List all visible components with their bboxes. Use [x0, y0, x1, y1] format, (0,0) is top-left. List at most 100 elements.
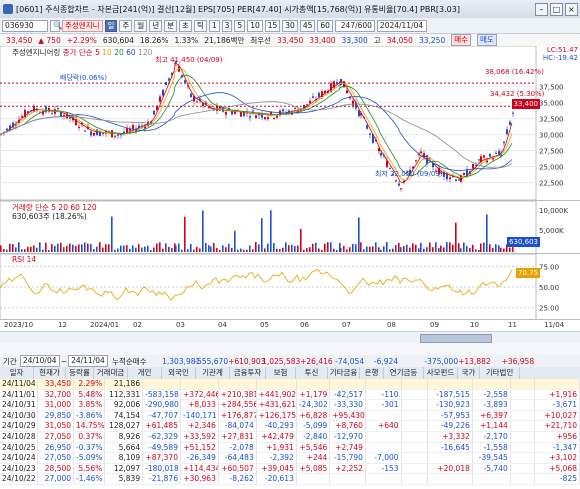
period-minute-button[interactable]: 분	[164, 19, 178, 32]
period-month-button[interactable]: 월	[134, 19, 148, 32]
table-cell: 24/10/24	[0, 452, 39, 464]
column-header[interactable]: 금융투자	[230, 367, 266, 379]
price-panel[interactable]: 37,500 35,000 32,500 30,000 27,500 25,000 22,5…	[0, 45, 580, 201]
period-tick-button[interactable]: 틱	[193, 19, 207, 32]
column-header[interactable]: 외국인	[162, 367, 196, 379]
table-row[interactable]: 24/10/31 31,000 3.85% 92,006 -290,980 +8,033 +…	[0, 399, 580, 411]
column-header[interactable]: 기관계	[196, 367, 230, 379]
column-header[interactable]: 기타법인	[480, 367, 520, 379]
volume-bar	[372, 246, 374, 252]
period-second-button[interactable]: 초	[179, 19, 192, 32]
interval-button[interactable]: 5	[234, 19, 246, 32]
column-header[interactable]: 사모펀드	[424, 367, 458, 379]
table-row[interactable]: 24/10/28 27,050 0.37% 8,926 -62,329 +33,592 +2…	[0, 431, 580, 443]
volume-bar	[400, 247, 402, 252]
table-cell: 24/10/30	[0, 410, 39, 422]
candle-body	[51, 113, 53, 115]
column-header[interactable]: 현재가	[34, 367, 66, 379]
cum-value: -6,924	[373, 356, 399, 366]
y-tick-label: 35,000	[539, 100, 564, 108]
rsi-panel[interactable]: 75.00 50.00 25.00 RSI 14 70.75	[0, 253, 580, 321]
volume-bar	[429, 242, 431, 252]
volume-bar	[392, 248, 394, 252]
date-field[interactable]: 2024/11/04	[376, 19, 427, 32]
ask-price: 33,450	[277, 35, 304, 45]
table-cell: 31,000	[37, 399, 75, 411]
scroll-thumb[interactable]	[420, 334, 492, 343]
data-count-field[interactable]: 247/600	[334, 19, 375, 32]
column-header[interactable]: 일자	[0, 367, 34, 379]
search-icon[interactable]: 🔍	[50, 19, 62, 32]
interval-button[interactable]: 10	[247, 19, 263, 32]
table-row[interactable]: 24/10/30 29,850 -3.86% 74,154 -47,707 -140,17…	[0, 410, 580, 422]
period-to-field[interactable]: 24/11/04	[68, 355, 109, 367]
app-icon	[3, 4, 13, 14]
volume-bar	[187, 249, 189, 252]
interval-button[interactable]: 1	[208, 19, 220, 32]
maximize-icon[interactable]: □	[550, 2, 563, 16]
volume-bar	[87, 243, 89, 252]
table-cell: 128,027	[104, 420, 144, 432]
sell-button[interactable]: 매도	[477, 34, 497, 46]
table-cell: +6,828	[296, 410, 331, 422]
column-header[interactable]: 연기금등	[384, 367, 424, 379]
minimize-icon[interactable]: –	[535, 2, 548, 16]
candle-body	[415, 160, 417, 162]
interval-button[interactable]: 45	[299, 19, 316, 32]
volume-bar	[261, 218, 263, 252]
table-row[interactable]: 24/10/24 27,050 -5.09% 8,109 +87,370 -26,349-…	[0, 452, 580, 464]
amount: 21,186백만	[204, 35, 245, 45]
table-cell	[401, 431, 429, 443]
buy-button[interactable]: 매수	[451, 34, 472, 46]
volume-bar	[483, 242, 485, 252]
table-row[interactable]: 24/10/25 26,950 -0.37% 5,664 -49,589 +51,152-…	[0, 442, 580, 454]
volume-panel[interactable]: 10,000K 5,000K 거래량 단순 5 20 60 120 630,603…	[0, 200, 580, 255]
volume-bar	[449, 242, 451, 252]
interval-button[interactable]: 3	[221, 19, 233, 32]
table-cell: -15,790	[329, 452, 366, 464]
table-cell: 26,950	[37, 442, 75, 454]
period-from-field[interactable]: 24/10/04	[19, 355, 60, 367]
current-price: 33,450	[6, 35, 33, 45]
interval-button[interactable]: 60	[317, 19, 333, 32]
volume-bar	[426, 247, 428, 252]
column-header[interactable]: 개인	[128, 367, 162, 379]
table-cell: -20,613	[256, 473, 297, 485]
table-cell: 24/10/25	[0, 442, 39, 454]
column-header[interactable]: 거래대금	[94, 367, 128, 379]
rsi-chart[interactable]: 75.00 50.00 25.00	[0, 253, 580, 321]
column-header[interactable]: 국가	[458, 367, 480, 379]
column-header[interactable]: 기타금융	[328, 367, 360, 379]
table-row[interactable]: 24/10/22 27,000 -1.46% 5,839 -21,876 +30,963-…	[0, 473, 580, 485]
interval-button[interactable]: 15	[264, 19, 281, 32]
table-row[interactable]: 24/10/29 31,050 14.75% 128,027 +61,485 +2,346…	[0, 420, 580, 432]
column-header[interactable]: 투신	[296, 367, 328, 379]
table-cell: +6,397	[472, 410, 511, 422]
volume-bar	[466, 246, 468, 252]
stock-name-button[interactable]: 주성엔지니	[62, 19, 103, 32]
table-cell: 0.37%	[73, 431, 106, 443]
table-cell: -110	[365, 389, 402, 401]
table-row[interactable]: 24/10/23 28,500 5.56% 12,097 -180,018 +114,43…	[0, 463, 580, 475]
column-header[interactable]: 보험	[266, 367, 296, 379]
investor-table: 24/11/04 33,450 2.29% 21,186 24/11/01 32,700 5…	[0, 379, 580, 485]
column-header[interactable]: 은행	[360, 367, 384, 379]
interval-button[interactable]: 30	[282, 19, 298, 32]
table-row[interactable]: 24/11/04 33,450 2.29% 21,186	[0, 379, 580, 390]
column-header[interactable]: 등락률	[66, 367, 94, 379]
time-tick: 04	[218, 321, 227, 329]
high-label: 고	[373, 35, 381, 45]
volume-bar	[503, 248, 505, 252]
rsi-tag: 70.75	[515, 268, 540, 278]
period-year-button[interactable]: 년	[149, 19, 163, 32]
period-day-button[interactable]: 일	[104, 19, 118, 32]
table-cell: -2,170	[472, 431, 511, 443]
table-cell: 24/11/04	[0, 379, 39, 390]
market-label: 최우선	[250, 35, 272, 45]
close-icon[interactable]: ×	[565, 2, 578, 16]
candle-body	[400, 188, 402, 190]
stock-code-input[interactable]: 036930	[2, 19, 48, 32]
period-week-button[interactable]: 주	[119, 19, 133, 32]
table-row[interactable]: 24/11/01 32,700 5.48% 112,331 -583,158 +372,4…	[0, 389, 580, 401]
volume-bar	[216, 248, 218, 252]
